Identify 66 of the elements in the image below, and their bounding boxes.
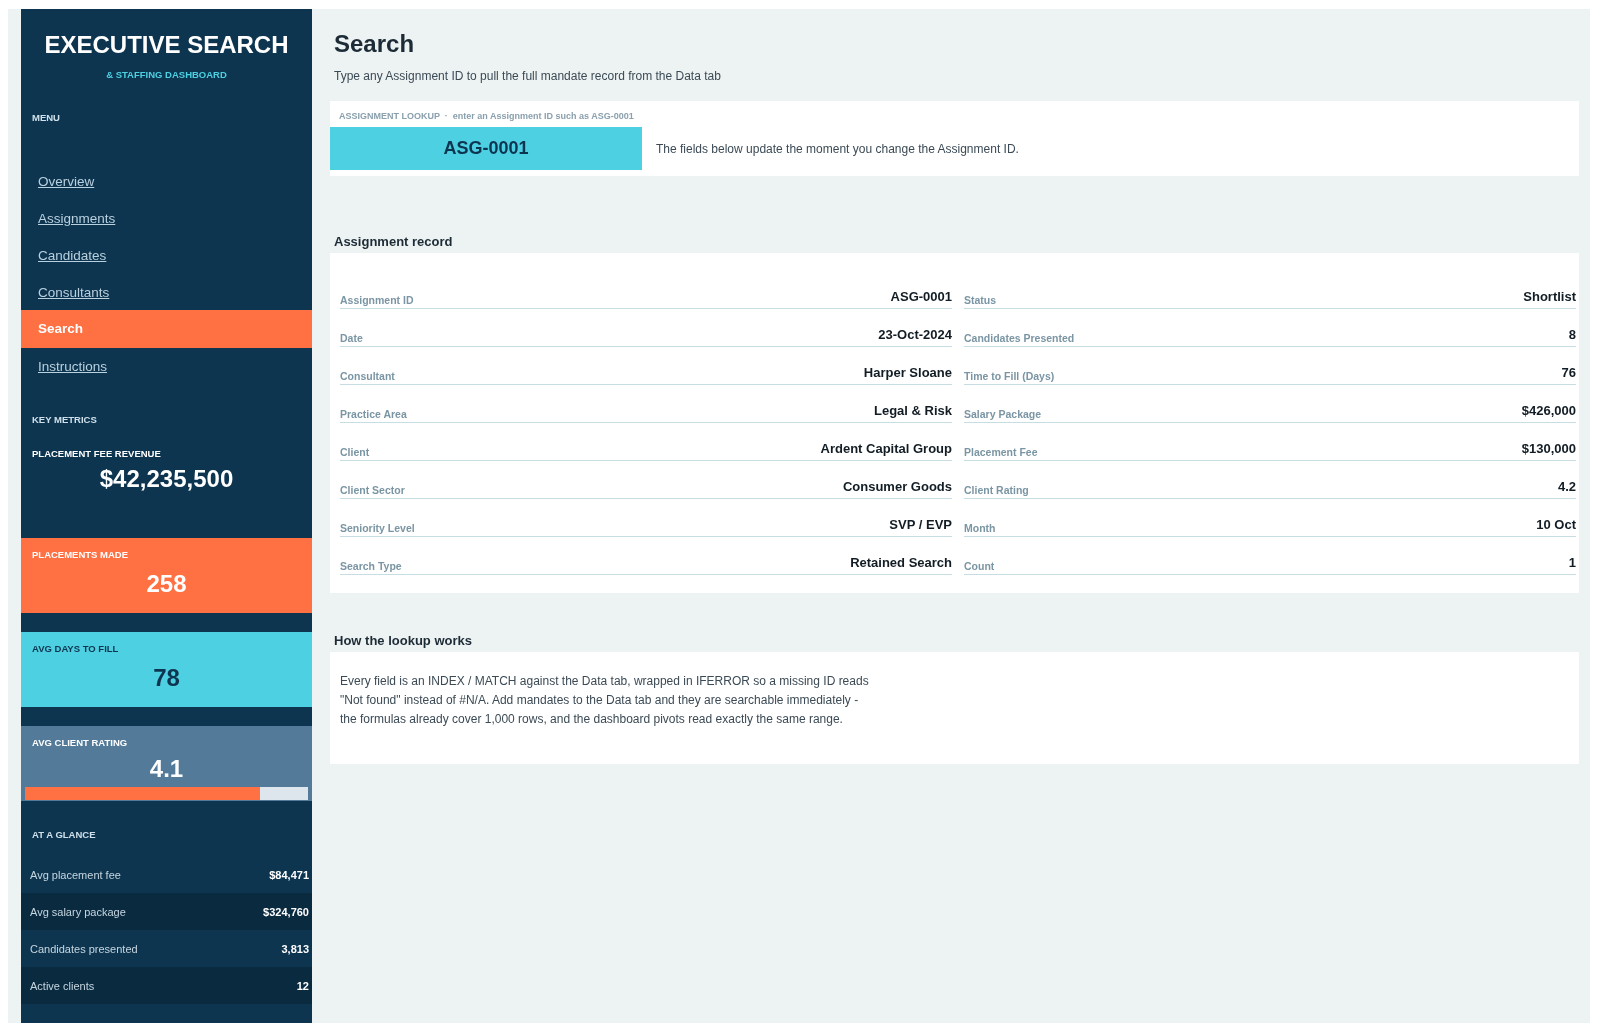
field-label: Placement Fee [964, 446, 1038, 458]
field-value: 76 [1561, 365, 1576, 380]
stat-value: 3,813 [281, 942, 309, 955]
menu-item[interactable]: Instructions [21, 348, 312, 385]
section-label: AT A GLANCE [32, 829, 96, 840]
info-text: Every field is an INDEX / MATCH against the Data tab, wrapped in IFERROR so a missing ID reads "Not found" instead of #N/A. Add mandates to the Data tab and they are searchable immediately - the formulas already cover 1,000 rows, and the dashboard pivots read exactly the same range. [340, 673, 870, 728]
field-value: Harper Sloane [863, 365, 952, 380]
field-label: Count [964, 560, 995, 572]
stat-label: Candidates presented [30, 942, 138, 955]
menu-item[interactable]: Candidates [21, 237, 312, 274]
metric-value: 78 [153, 664, 180, 692]
field-label: Assignment ID [340, 294, 414, 306]
dashboard-subtitle: & STAFFING DASHBOARD [106, 69, 227, 80]
stat-label: Active clients [30, 979, 95, 992]
field-label: Search Type [340, 560, 402, 572]
menu-item[interactable]: Consultants [21, 274, 312, 311]
field-value: $130,000 [1521, 441, 1576, 456]
menu-item[interactable]: Assignments [21, 200, 312, 237]
field-label: Candidates Presented [964, 332, 1075, 344]
field-label: Time to Fill (Days) [964, 370, 1055, 382]
field-value: Shortlist [1523, 289, 1576, 304]
page-subtitle: Type any Assignment ID to pull the full mandate record from the Data tab [334, 69, 721, 83]
field-value: 4.2 [1557, 479, 1576, 494]
stat-label: Avg salary package [30, 905, 126, 918]
field-label: Date [340, 332, 363, 344]
section-heading: Assignment record [334, 234, 453, 250]
field-label: Salary Package [964, 408, 1042, 420]
field-value: 8 [1568, 327, 1576, 342]
field-value: 1 [1568, 555, 1576, 570]
field-value: $426,000 [1521, 403, 1576, 418]
metric-value: 4.1 [149, 755, 184, 783]
metric-label: AVG CLIENT RATING [32, 737, 128, 748]
field-label: Status [964, 294, 997, 306]
field-label: Client Sector [340, 484, 405, 496]
menu-item[interactable]: Overview [21, 163, 312, 200]
metric-label: AVG DAYS TO FILL [32, 643, 119, 654]
stat-value: $324,760 [263, 905, 309, 918]
input-field[interactable]: ASG-0001 [330, 127, 642, 170]
field-label: Consultant [340, 370, 395, 382]
stat-value: $84,471 [269, 868, 309, 881]
section-heading: How the lookup works [334, 633, 472, 649]
dashboard-title: EXECUTIVE SEARCH [44, 31, 289, 59]
field-value: 23-Oct-2024 [878, 327, 952, 342]
field-label: Client Rating [964, 484, 1029, 496]
lookup-label: ASSIGNMENT LOOKUP · enter an Assignment ID such as ASG-0001 [339, 111, 634, 121]
metric-label: PLACEMENT FEE REVENUE [32, 448, 161, 459]
metric-label: PLACEMENTS MADE [32, 549, 129, 560]
metric-value: $42,235,500 [99, 465, 234, 493]
field-value: ASG-0001 [890, 289, 952, 304]
field-label: Practice Area [340, 408, 407, 420]
field-value: Consumer Goods [842, 479, 952, 494]
lookup-note: The fields below update the moment you change the Assignment ID. [656, 141, 1019, 156]
field-label: Month [964, 522, 996, 534]
section-label: KEY METRICS [32, 414, 97, 425]
field-label: Seniority Level [340, 522, 415, 534]
field-label: Client [340, 446, 370, 458]
metric-value: 258 [146, 570, 187, 598]
field-value: Ardent Capital Group [820, 441, 952, 456]
field-value: Legal & Risk [873, 403, 952, 418]
section-label: MENU [32, 112, 60, 123]
field-value: Retained Search [850, 555, 952, 570]
field-value: SVP / EVP [889, 517, 952, 532]
field-value: 10 Oct [1536, 517, 1576, 532]
stat-value: 12 [296, 979, 309, 992]
page-title: Search [334, 31, 415, 57]
stat-label: Avg placement fee [30, 868, 121, 881]
